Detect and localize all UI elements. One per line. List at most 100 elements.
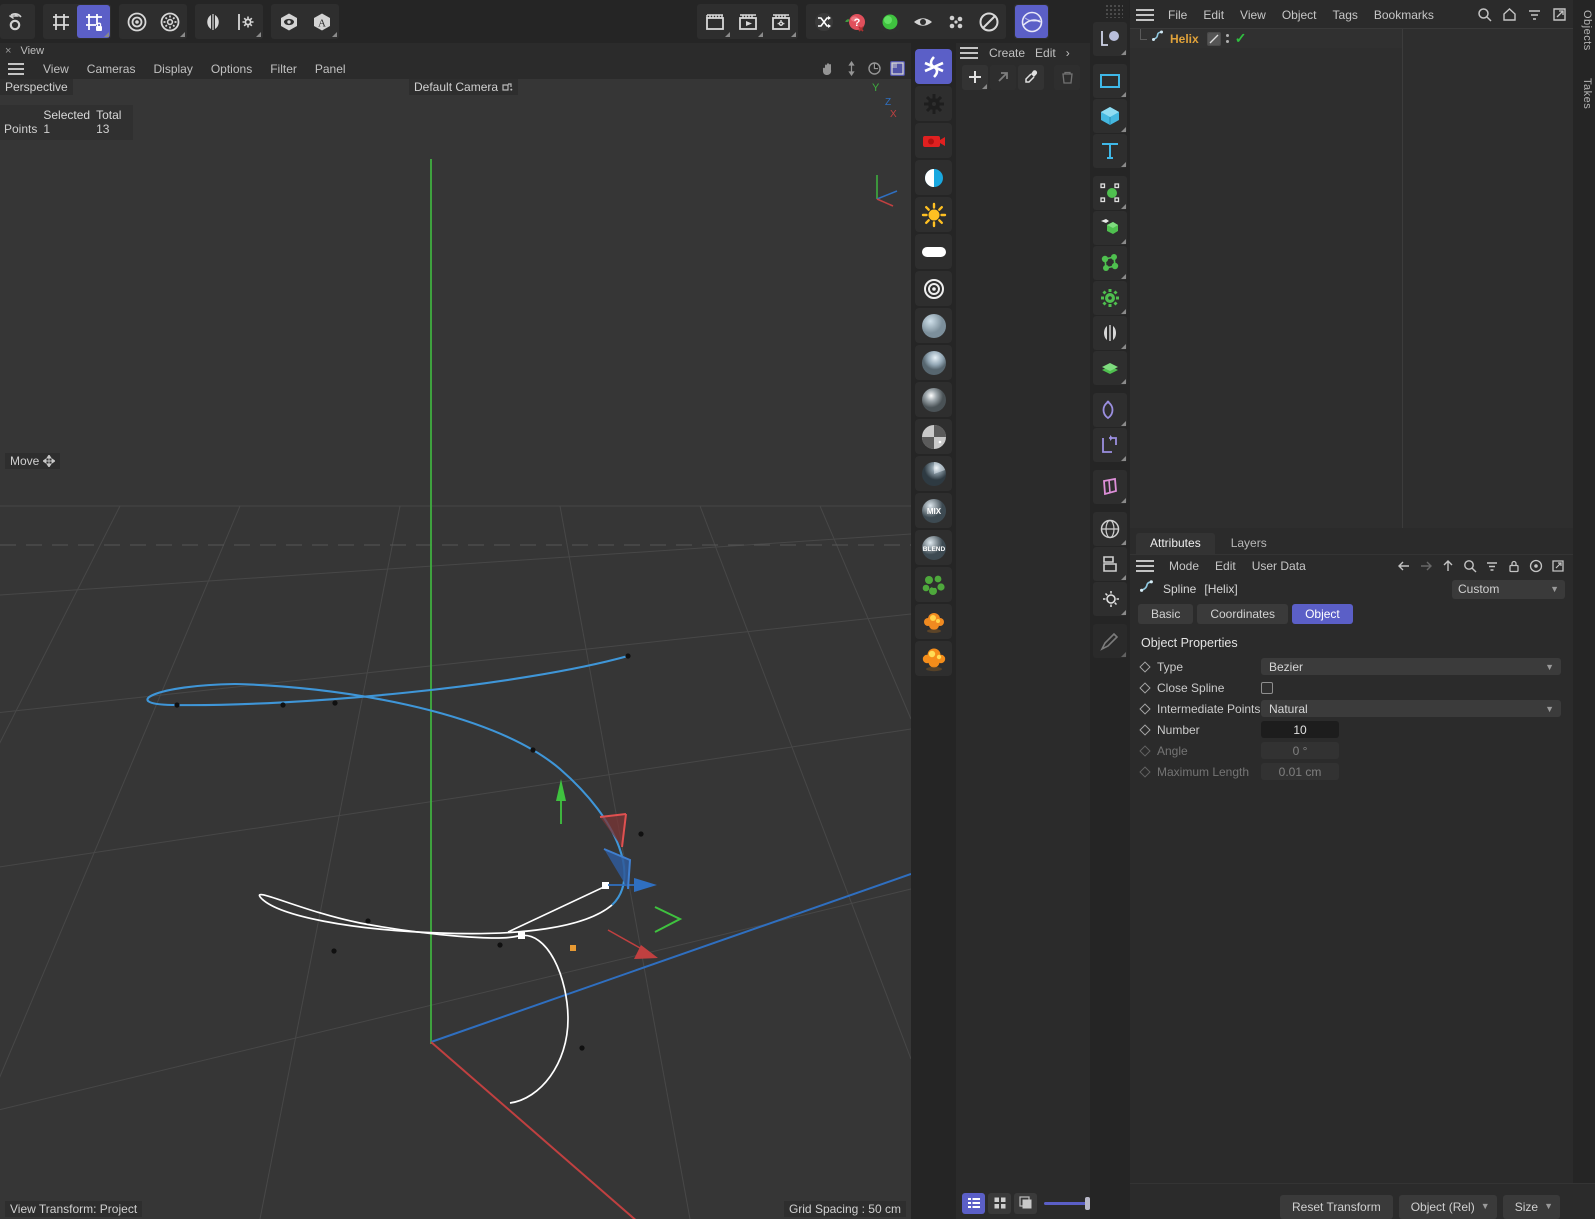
zoom-move-icon[interactable]	[844, 60, 859, 77]
viewport-menu-view[interactable]: View	[34, 59, 78, 79]
viewport-menu-panel[interactable]: Panel	[306, 59, 355, 79]
list-view-button[interactable]	[962, 1192, 985, 1214]
tab-basic[interactable]: Basic	[1138, 604, 1194, 624]
frame-lock-icon[interactable]	[77, 5, 110, 38]
tab-layers[interactable]: Layers	[1217, 533, 1281, 554]
trash-icon[interactable]	[1054, 64, 1080, 90]
target-icon[interactable]	[1529, 559, 1543, 573]
light-icon[interactable]	[1093, 582, 1127, 616]
sphere-material-2[interactable]	[915, 345, 952, 380]
symmetry-icon[interactable]	[196, 5, 229, 38]
question-ball-icon[interactable]: ?	[840, 5, 873, 38]
no-entry-icon[interactable]	[972, 5, 1005, 38]
search-icon[interactable]	[1477, 7, 1492, 22]
eyedropper-icon[interactable]	[1018, 64, 1044, 90]
sculpt-brush-icon[interactable]	[1093, 624, 1127, 658]
animate-diamond-icon[interactable]	[1139, 702, 1151, 715]
close-spline-checkbox[interactable]	[1261, 681, 1273, 694]
clapper-icon[interactable]	[698, 5, 731, 38]
mix-sphere-material[interactable]: MIX	[915, 493, 952, 528]
material-zoom-slider[interactable]	[1044, 1193, 1090, 1213]
search-icon[interactable]	[1463, 559, 1477, 573]
open-external-icon[interactable]	[1551, 559, 1565, 573]
camera-label-box[interactable]: Default Camera	[409, 79, 519, 95]
green-ball-icon[interactable]	[873, 5, 906, 38]
clapper-play-icon[interactable]	[731, 5, 764, 38]
contrast-circle-icon[interactable]	[915, 160, 952, 195]
environment-globe-icon[interactable]	[1093, 512, 1127, 546]
subdivision-surface-icon[interactable]	[1093, 351, 1127, 385]
lock-icon[interactable]	[1507, 559, 1521, 573]
grid-view-button[interactable]	[988, 1192, 1011, 1214]
tag-dots-icon[interactable]	[1225, 34, 1229, 43]
shuffle-icon[interactable]	[807, 5, 840, 38]
sphere-material-3[interactable]	[915, 382, 952, 417]
sphere-material-1[interactable]	[915, 308, 952, 343]
object-menu-view[interactable]: View	[1232, 8, 1274, 22]
object-manager-tree[interactable]: Helix ✓	[1130, 28, 1573, 528]
dots-icon[interactable]	[939, 5, 972, 38]
pan-hand-icon[interactable]	[821, 61, 836, 76]
extrude-icon[interactable]	[1093, 428, 1127, 462]
viewport-menu-icon[interactable]	[6, 62, 26, 76]
open-external-icon[interactable]	[1552, 7, 1567, 22]
material-menu-more[interactable]: ›	[1061, 46, 1075, 60]
reset-transform-button[interactable]: Reset Transform	[1280, 1195, 1393, 1219]
explosion-material-1[interactable]	[915, 604, 952, 639]
mograph-fracture-icon[interactable]	[1093, 470, 1127, 504]
viewport-menu-filter[interactable]: Filter	[261, 59, 306, 79]
cube-primitive-icon[interactable]	[1093, 99, 1127, 133]
attributes-menu-edit[interactable]: Edit	[1207, 559, 1244, 573]
checker-sphere-material[interactable]	[915, 419, 952, 454]
filter-icon[interactable]	[1485, 559, 1499, 573]
viewport-3d-canvas[interactable]: Perspective Selected Total Points 1 13 D…	[0, 79, 911, 1219]
material-menu-create[interactable]: Create	[984, 46, 1030, 60]
size-mode-dropdown[interactable]: Size ▼	[1502, 1195, 1561, 1219]
animate-diamond-icon[interactable]	[1139, 660, 1151, 673]
arrow-up-right-icon[interactable]	[990, 64, 1016, 90]
display-tag-icon[interactable]	[1206, 31, 1221, 46]
camera-red-icon[interactable]	[915, 123, 952, 158]
clapper-gear-icon[interactable]	[764, 5, 797, 38]
bend-deformer-icon[interactable]	[1093, 393, 1127, 427]
frame-icon[interactable]	[44, 5, 77, 38]
atom-array-icon[interactable]	[1093, 246, 1127, 280]
shiny-sphere-material[interactable]	[915, 456, 952, 491]
undo-gear-icon[interactable]	[1, 5, 34, 38]
foliage-material[interactable]	[915, 567, 952, 602]
objects-vertical-tab[interactable]: Objects	[1581, 10, 1593, 51]
plus-icon[interactable]	[962, 64, 988, 90]
object-menu-tags[interactable]: Tags	[1325, 8, 1366, 22]
rectangle-spline-icon[interactable]	[1093, 64, 1127, 98]
stage-icon[interactable]	[1093, 547, 1127, 581]
null-object-icon[interactable]	[1093, 176, 1127, 210]
object-axis-icon[interactable]	[915, 49, 952, 84]
number-input[interactable]: 10	[1261, 721, 1339, 738]
symmetry-green-icon[interactable]	[1093, 316, 1127, 350]
visibility-check-icon[interactable]: ✓	[1235, 30, 1247, 47]
viewport-menu-options[interactable]: Options	[202, 59, 261, 79]
material-menu-edit[interactable]: Edit	[1030, 46, 1061, 60]
coordinate-space-dropdown[interactable]: Object (Rel) ▼	[1398, 1195, 1497, 1219]
up-arrow-icon[interactable]	[1441, 559, 1455, 573]
gear-black-icon[interactable]	[915, 86, 952, 121]
object-manager-menu-icon[interactable]	[1136, 9, 1154, 21]
object-menu-file[interactable]: File	[1160, 8, 1195, 22]
eye-hex-icon[interactable]	[272, 5, 305, 38]
bar-gear-icon[interactable]	[229, 5, 262, 38]
target-rings-icon[interactable]	[120, 5, 153, 38]
forward-arrow-icon[interactable]	[1419, 559, 1433, 573]
material-manager-list[interactable]	[956, 95, 1090, 1179]
target-light-icon[interactable]	[915, 271, 952, 306]
large-icon-view-button[interactable]	[1014, 1192, 1037, 1214]
maximize-viewport-icon[interactable]	[890, 61, 905, 76]
letter-a-hex-icon[interactable]: A	[305, 5, 338, 38]
rotate-icon[interactable]	[867, 61, 882, 76]
list-item[interactable]: Helix ✓	[1130, 29, 1402, 48]
blend-sphere-material[interactable]: BLEND	[915, 530, 952, 565]
array-icon[interactable]	[1093, 211, 1127, 245]
sphere-icon[interactable]	[1015, 5, 1048, 38]
tab-attributes[interactable]: Attributes	[1136, 533, 1215, 554]
spline-pen-icon[interactable]	[1093, 22, 1127, 56]
attributes-menu-icon[interactable]	[1136, 559, 1154, 572]
